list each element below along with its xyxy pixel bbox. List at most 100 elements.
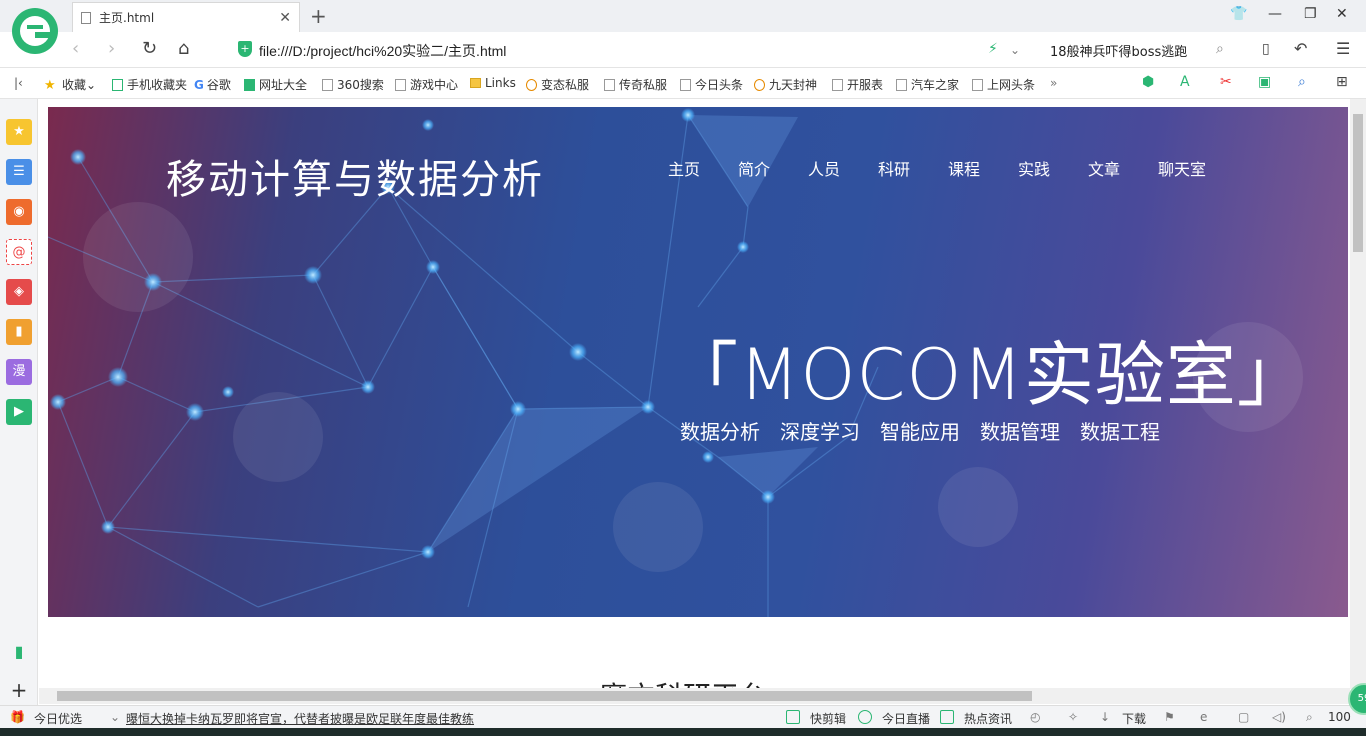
page-icon	[832, 78, 843, 91]
volume-icon[interactable]: ◁)	[1272, 710, 1286, 724]
nav-articles[interactable]: 文章	[1088, 156, 1158, 180]
bookmark-item[interactable]: 九天封神	[754, 76, 817, 93]
left-sidebar: ★ ☰ ◉ @ ◈ ▮ 漫 ▶ ▮ +	[0, 99, 38, 705]
book-icon[interactable]: ▮	[6, 319, 32, 345]
nav-research[interactable]: 科研	[878, 156, 948, 180]
star-icon[interactable]: ★	[6, 119, 32, 145]
video-clip-icon[interactable]	[786, 710, 800, 724]
vertical-scroll-thumb[interactable]	[1353, 114, 1363, 252]
scissors-icon[interactable]: ✂	[1220, 74, 1232, 90]
minimize-button[interactable]: —	[1268, 6, 1282, 22]
phone-icon[interactable]: ▯	[1262, 41, 1270, 57]
live-icon[interactable]	[858, 710, 872, 724]
lightning-icon[interactable]: ⚡	[988, 41, 998, 57]
horizontal-scroll-thumb[interactable]	[57, 691, 1032, 701]
bookmark-item[interactable]: 汽车之家	[896, 76, 959, 93]
restore-button[interactable]: ❐	[1304, 6, 1317, 22]
browser-tab[interactable]: 主页.html ✕	[72, 2, 300, 32]
bookmark-item[interactable]: 变态私服	[526, 76, 589, 93]
flag-icon[interactable]: ⚑	[1164, 710, 1175, 724]
url-input[interactable]: file:///D:/project/hci%20实验二/主页.html	[259, 41, 506, 61]
live-label[interactable]: 今日直播	[882, 710, 930, 727]
mail-icon[interactable]: @	[6, 239, 32, 265]
bookmark-item[interactable]: 360搜索	[322, 76, 384, 93]
site-title[interactable]: 移动计算与数据分析	[166, 147, 544, 205]
bookmark-folder[interactable]: Links	[470, 76, 516, 90]
vertical-scrollbar[interactable]	[1350, 99, 1366, 689]
site-icon	[754, 78, 765, 91]
battery-icon[interactable]: ▮	[6, 639, 32, 665]
os-taskbar	[0, 728, 1366, 736]
bookmark-favorites[interactable]: ★ 收藏 ⌄	[44, 76, 96, 93]
tag-deep-learning: 深度学习	[780, 420, 860, 444]
download-icon[interactable]: ↓	[1100, 710, 1110, 724]
add-icon[interactable]: +	[6, 677, 32, 703]
phone-icon	[112, 78, 123, 91]
video-icon[interactable]: ▶	[6, 399, 32, 425]
bookmark-item[interactable]: 开服表	[832, 76, 883, 93]
search-icon[interactable]: ⌕	[1298, 74, 1306, 90]
nav-home[interactable]: 主页	[668, 156, 738, 180]
browser-logo[interactable]	[12, 8, 58, 54]
nav-practice[interactable]: 实践	[1018, 156, 1088, 180]
news-icon[interactable]	[940, 710, 954, 724]
forward-icon[interactable]: ›	[108, 38, 115, 59]
bookmark-item[interactable]: G 谷歌	[194, 76, 231, 93]
translate-icon[interactable]: A	[1180, 74, 1190, 90]
zoom-level[interactable]: 100	[1328, 710, 1351, 724]
page-viewport: 移动计算与数据分析 主页 简介 人员 科研 课程 实践 文章 聊天室 「MOCO…	[39, 99, 1350, 689]
home-icon[interactable]: ⌂	[178, 38, 189, 59]
news-icon[interactable]: ☰	[6, 159, 32, 185]
bookmark-item[interactable]: 传奇私服	[604, 76, 667, 93]
nav-courses[interactable]: 课程	[948, 156, 1018, 180]
ie-icon[interactable]: e	[1200, 710, 1207, 724]
bookmark-item[interactable]: 手机收藏夹	[112, 76, 187, 93]
horizontal-scrollbar[interactable]	[39, 688, 1350, 704]
new-tab-button[interactable]: +	[310, 4, 327, 28]
search-icon[interactable]: ⌕	[1216, 41, 1224, 57]
nav-people[interactable]: 人员	[808, 156, 878, 180]
site-icon	[244, 78, 255, 91]
chevron-down-icon[interactable]: ⌄	[110, 710, 120, 724]
weibo-icon[interactable]: ◉	[6, 199, 32, 225]
back-icon[interactable]: ‹	[72, 38, 79, 59]
bookmark-item[interactable]: 今日头条	[680, 76, 743, 93]
window-icon[interactable]: ▢	[1238, 710, 1249, 724]
bookmarks-bar: |‹ ★ 收藏 ⌄ 手机收藏夹 G 谷歌 网址大全 360搜索 游戏中心 Links …	[0, 68, 1366, 99]
bookmark-item[interactable]: 游戏中心	[395, 76, 458, 93]
more-bookmarks-icon[interactable]: »	[1050, 76, 1057, 90]
hero-banner: 移动计算与数据分析 主页 简介 人员 科研 课程 实践 文章 聊天室 「MOCO…	[48, 107, 1348, 617]
pin-icon[interactable]: ✧	[1068, 710, 1078, 724]
game-icon[interactable]: ◈	[6, 279, 32, 305]
close-window-button[interactable]: ✕	[1336, 6, 1348, 22]
tag-intelligent-apps: 智能应用	[880, 420, 960, 444]
apps-icon[interactable]: ⊞	[1336, 74, 1348, 90]
nav-intro[interactable]: 简介	[738, 156, 808, 180]
today-picks-label[interactable]: 今日优选	[34, 710, 82, 727]
menu-icon[interactable]: ☰	[1336, 39, 1350, 58]
bookmark-item[interactable]: 上网头条	[972, 76, 1035, 93]
bookmark-item[interactable]: 网址大全	[244, 76, 307, 93]
close-tab-icon[interactable]: ✕	[279, 10, 291, 26]
download-label[interactable]: 下载	[1122, 710, 1146, 727]
lab-title: 「MOCOM实验室」	[668, 334, 1308, 416]
nav-chatroom[interactable]: 聊天室	[1158, 156, 1228, 180]
undo-icon[interactable]: ↶	[1294, 39, 1307, 58]
security-shield-icon[interactable]: +	[238, 41, 252, 57]
title-bar: 主页.html ✕ + 👕 — ❐ ✕	[0, 0, 1366, 32]
speed-icon[interactable]: ◴	[1030, 710, 1040, 724]
refresh-icon[interactable]: ↻	[142, 38, 157, 59]
main-nav: 主页 简介 人员 科研 课程 实践 文章 聊天室	[668, 156, 1228, 180]
gift-icon[interactable]: 🎁	[10, 710, 25, 724]
comic-icon[interactable]: 漫	[6, 359, 32, 385]
headline-link[interactable]: 曝恒大换掉卡纳瓦罗即将官宣，代替者披曝是欧足联年度最佳教练	[126, 710, 474, 727]
search-input[interactable]: 18般神兵吓得boss逃跑	[1050, 41, 1187, 60]
shield-icon[interactable]: ⬢	[1142, 74, 1154, 90]
hot-news-label[interactable]: 热点资讯	[964, 710, 1012, 727]
zoom-icon[interactable]: ⌕	[1306, 710, 1313, 725]
quick-clip-label[interactable]: 快剪辑	[810, 710, 846, 727]
sidebar-toggle-icon[interactable]: |‹	[14, 76, 23, 90]
shirt-icon[interactable]: 👕	[1230, 6, 1247, 22]
game-icon[interactable]: ▣	[1258, 74, 1271, 90]
chevron-down-icon[interactable]: ⌄	[1010, 43, 1020, 57]
